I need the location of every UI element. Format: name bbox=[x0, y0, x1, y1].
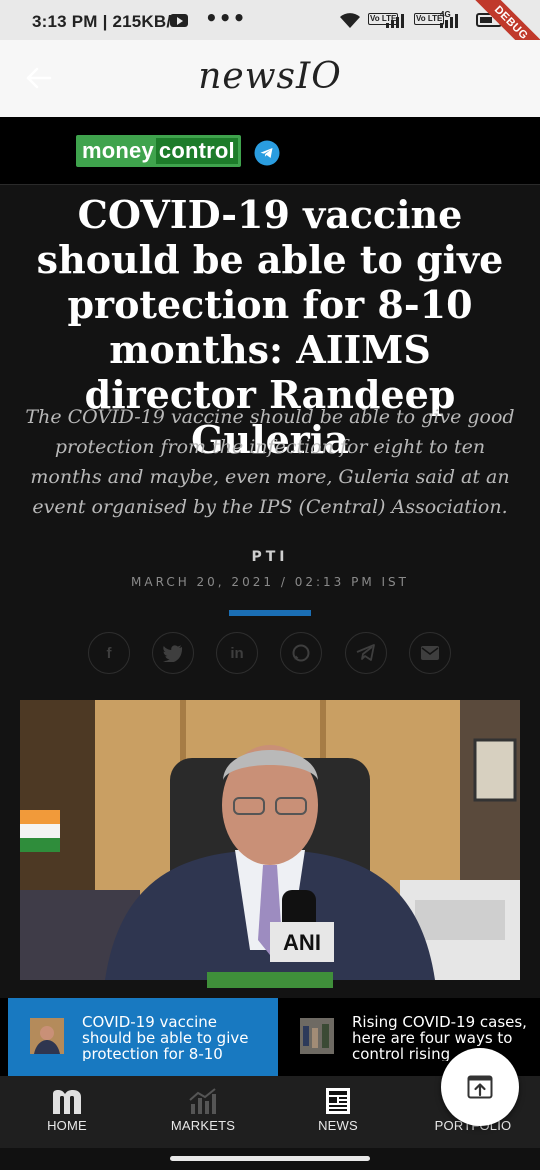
app-title: newsIO bbox=[198, 56, 342, 97]
open-in-app-icon bbox=[467, 1075, 493, 1099]
newspaper-icon bbox=[326, 1088, 350, 1114]
date-separator: / bbox=[280, 575, 288, 589]
photo-caption-strip bbox=[207, 972, 333, 988]
open-in-app-button[interactable] bbox=[441, 1048, 519, 1126]
moneycontrol-m-icon bbox=[53, 1090, 81, 1114]
email-icon bbox=[421, 646, 439, 660]
more-notifications-icon: ••• bbox=[205, 6, 247, 30]
nav-home[interactable]: HOME bbox=[12, 1086, 122, 1133]
moneycontrol-logo[interactable]: money control bbox=[76, 135, 241, 167]
status-time-speed: 3:13 PM | 215KB/s bbox=[32, 12, 181, 31]
linkedin-share-button[interactable]: in bbox=[216, 632, 258, 674]
whatsapp-icon bbox=[292, 644, 310, 662]
article-author: PTI bbox=[251, 549, 289, 565]
related-title: COVID-19 vaccine should be able to give … bbox=[82, 1014, 249, 1061]
nav-markets-label: MARKETS bbox=[170, 1118, 236, 1133]
article-time: 02:13 PM IST bbox=[294, 575, 409, 589]
logo-text-part2: control bbox=[155, 138, 238, 164]
facebook-share-button[interactable]: f bbox=[88, 632, 130, 674]
status-bar: 3:13 PM | 215KB/s ••• Vo LTE Vo LTE 4G D… bbox=[0, 0, 540, 76]
nav-markets[interactable]: MARKETS bbox=[148, 1086, 258, 1133]
wifi-icon bbox=[340, 13, 360, 28]
signal-icon bbox=[386, 14, 404, 28]
nav-home-label: HOME bbox=[47, 1118, 87, 1133]
twitter-share-button[interactable] bbox=[152, 632, 194, 674]
related-thumbnail bbox=[30, 1018, 64, 1054]
article-photo[interactable]: ANI bbox=[20, 700, 520, 980]
whatsapp-share-button[interactable] bbox=[280, 632, 322, 674]
signal-icon-2 bbox=[440, 14, 458, 28]
logo-text-part1: money bbox=[82, 138, 154, 163]
nav-news[interactable]: NEWS bbox=[283, 1086, 393, 1133]
home-gesture-pill[interactable] bbox=[170, 1156, 370, 1161]
facebook-icon: f bbox=[106, 644, 112, 662]
email-share-button[interactable] bbox=[409, 632, 451, 674]
app-header: newsIO bbox=[0, 40, 540, 117]
youtube-icon bbox=[170, 14, 188, 27]
telegram-icon[interactable] bbox=[254, 140, 280, 166]
related-card-active[interactable]: COVID-19 vaccine should be able to give … bbox=[8, 998, 278, 1076]
linkedin-icon: in bbox=[230, 644, 244, 662]
nav-news-label: NEWS bbox=[318, 1118, 358, 1133]
system-gesture-bar bbox=[0, 1148, 540, 1170]
telegram-outline-icon bbox=[356, 644, 375, 661]
twitter-icon bbox=[163, 645, 183, 662]
article-date: MARCH 20, 2021 bbox=[131, 575, 274, 589]
article-photo-illustration: ANI bbox=[20, 700, 520, 980]
related-thumbnail bbox=[300, 1018, 334, 1054]
article-summary: The COVID-19 vaccine should be able to g… bbox=[25, 406, 515, 518]
telegram-share-button[interactable] bbox=[345, 632, 387, 674]
share-row: f in bbox=[0, 632, 540, 674]
article-dateline: MARCH 20, 2021 / 02:13 PM IST bbox=[0, 575, 540, 589]
chart-icon bbox=[189, 1088, 216, 1114]
ani-badge-text: ANI bbox=[283, 930, 321, 955]
accent-bar bbox=[229, 610, 311, 616]
